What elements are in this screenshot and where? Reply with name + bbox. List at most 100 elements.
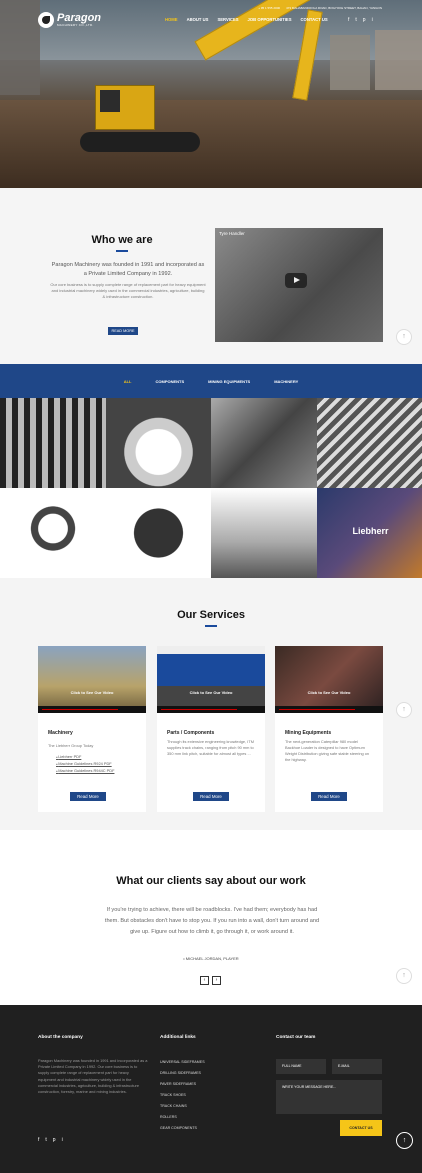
video-caption: Click to See Our Video [189,690,233,695]
pdf-link[interactable]: Machine Guidelines R924 PDF [56,761,114,768]
main-nav: HOME ABOUT US SERVICES JOB OPPORTUNITIES… [165,17,328,22]
prev-arrow-icon[interactable]: ‹ [200,976,209,985]
card-title: Machinery [48,730,73,736]
video-controls[interactable] [157,706,265,713]
footer-link[interactable]: UNIVERSAL SIDEFRAMES [160,1057,205,1068]
next-arrow-icon[interactable]: › [212,976,221,985]
instagram-icon[interactable]: i [62,1137,63,1143]
header-social-links: f t p i [348,17,373,23]
video-player[interactable]: Tyre Handler [215,228,383,342]
gallery-tile-slewing-ring[interactable] [0,488,106,578]
title-underline [116,250,128,252]
logo-name: Paragon [57,12,102,24]
scroll-up-icon[interactable]: ↑ [396,329,412,345]
footer-social-links: f t p i [38,1137,63,1143]
filter-all[interactable]: ALL [124,379,132,384]
who-we-are-section: Who we are Paragon Machinery was founded… [0,188,422,364]
nav-services[interactable]: SERVICES [217,17,238,22]
testimonials-section: What our clients say about our work If y… [0,830,422,1005]
facebook-icon[interactable]: f [38,1137,39,1143]
video-controls[interactable] [38,706,146,713]
gallery-tile-liebherr[interactable]: Liebherr [316,488,422,578]
pinterest-icon[interactable]: p [53,1137,56,1143]
nav-job-opportunities[interactable]: JOB OPPORTUNITIES [248,17,292,22]
gallery-tile-components[interactable] [105,398,211,488]
footer-link[interactable]: TRACK SHOES [160,1090,205,1101]
email-field[interactable]: E-MAIL [332,1059,382,1074]
filter-components[interactable]: COMPONENTS [156,379,185,384]
hero-building [375,30,422,90]
service-video-thumbnail[interactable]: Click to See Our Video [157,646,265,713]
twitter-icon[interactable]: t [355,17,356,23]
testimonials-title: What our clients say about our work [116,875,306,887]
footer-link[interactable]: GEAR COMPONENTS [160,1123,205,1134]
nav-about-us[interactable]: ABOUT US [187,17,209,22]
contact-us-button[interactable]: CONTACT US [340,1120,382,1136]
instagram-icon[interactable]: i [372,17,373,23]
address-text: 473 MAHABANDOOLA ROAD, BOGYOKE STREET, B… [286,6,382,10]
video-title: Tyre Handler [219,231,245,236]
phone-text: + 95 1 555 2000 [258,6,281,10]
service-video-thumbnail[interactable]: Click to See Our Video [38,646,146,713]
facebook-icon[interactable]: f [348,17,349,23]
gallery-filter-bar: ALL COMPONENTS MINING EQUIPMENTS MACHINE… [0,364,422,398]
scroll-up-icon[interactable]: ↑ [396,1132,413,1149]
nav-home[interactable]: HOME [165,17,178,22]
testimonial-author: • MICHAEL JORDAN, PLAYER [183,956,239,961]
service-video-thumbnail[interactable]: Click to See Our Video [275,646,383,713]
card-title: Parts / Components [167,730,215,736]
scroll-up-icon[interactable]: ↑ [396,968,412,984]
read-more-button[interactable]: Read More [311,792,347,801]
footer-link[interactable]: ROLLERS [160,1112,205,1123]
gallery-tile-excavator[interactable] [211,398,317,488]
excavator-cab-window [100,90,120,112]
logo-mark-icon [38,12,54,28]
filter-mining-equipments[interactable]: MINING EQUIPMENTS [208,379,250,384]
footer-link[interactable]: DRILLING SIDEFRAMES [160,1068,205,1079]
top-info-bar: + 95 1 555 2000 473 MAHABANDOOLA ROAD, B… [258,6,382,10]
who-intro: Paragon Machinery was founded in 1991 an… [51,262,205,277]
pdf-link[interactable]: Machine Guidelines R944C PDF [56,768,114,775]
site-footer: About the company Paragon Machinery was … [0,1005,422,1173]
video-caption: Click to See Our Video [307,690,351,695]
who-title: Who we are [91,234,153,246]
liebherr-label: Liebherr [352,526,389,536]
full-name-field[interactable]: FULL NAME [276,1059,326,1074]
gallery-tile-engine[interactable] [105,488,211,578]
product-gallery: Liebherr [0,398,422,578]
site-logo[interactable]: Paragon MACHINERY CO.,LTD. [38,12,101,28]
video-controls[interactable] [275,706,383,713]
message-field[interactable]: WRITE YOUR MESSAGE HERE... [276,1080,382,1114]
excavator-track [80,132,200,152]
footer-link[interactable]: PAVER SIDEFRAMES [160,1079,205,1090]
footer-about-title: About the company [38,1035,83,1040]
testimonial-quote: If you're trying to achieve, there will … [104,907,320,935]
scroll-up-icon[interactable]: ↑ [396,702,412,718]
hero-banner: Paragon MACHINERY CO.,LTD. + 95 1 555 20… [0,0,422,188]
services-title: Our Services [177,609,245,621]
service-card-mining: Click to See Our Video Mining Equipments… [275,646,383,812]
filter-machinery[interactable]: MACHINERY [274,379,298,384]
video-caption: Click to See Our Video [70,690,114,695]
pdf-links: Liebherr PDF Machine Guidelines R924 PDF… [56,754,114,775]
twitter-icon[interactable]: t [45,1137,46,1143]
read-more-button[interactable]: Read More [70,792,106,801]
hero-building [0,0,40,95]
read-more-button[interactable]: READ MORE [108,327,138,335]
footer-about-text: Paragon Machinery was founded in 1991 an… [38,1058,148,1095]
gallery-tile-crawler[interactable] [211,488,317,578]
pdf-link[interactable]: Liebherr PDF [56,754,114,761]
hero-building [330,35,370,90]
card-text: Through its extensive engineering knowle… [167,739,254,756]
read-more-button[interactable]: Read More [193,792,229,801]
nav-contact-us[interactable]: CONTACT US [301,17,328,22]
card-title: Mining Equipments [285,730,332,736]
play-icon[interactable] [285,273,307,288]
hero-ground [0,100,422,188]
pinterest-icon[interactable]: p [363,17,366,23]
gallery-tile-machinery[interactable] [0,398,106,488]
gallery-tile-structure[interactable] [316,398,422,488]
card-text: The next-generation Caterpillar 980 mode… [285,739,370,762]
footer-link[interactable]: TRACK CHAINS [160,1101,205,1112]
services-section: Our Services Click to See Our Video Mach… [0,578,422,830]
